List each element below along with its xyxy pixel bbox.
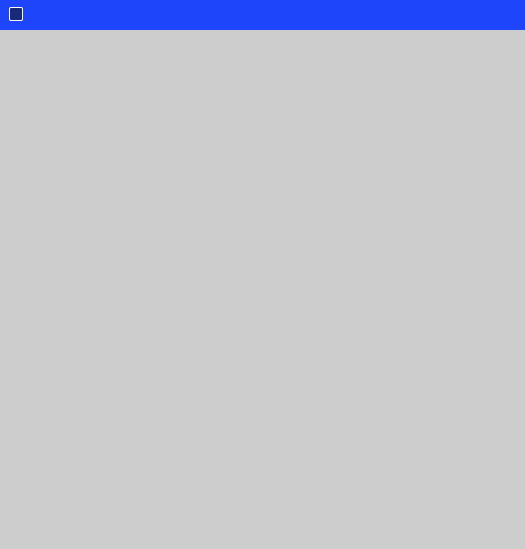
close-button[interactable] <box>478 0 524 30</box>
app-icon <box>9 7 23 21</box>
minimize-button[interactable] <box>432 0 478 30</box>
window-titlebar <box>0 0 525 30</box>
